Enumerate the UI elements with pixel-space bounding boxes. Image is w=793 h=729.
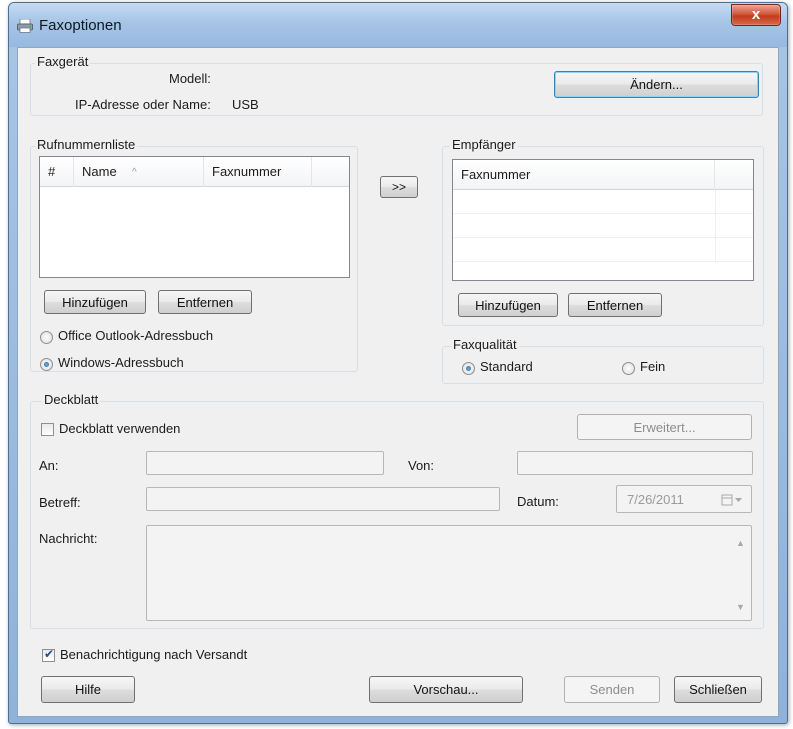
table-cell (715, 190, 716, 213)
close-button[interactable]: Schließen (674, 676, 762, 703)
message-scrollbar[interactable]: ▲ ▼ (731, 526, 751, 620)
send-button[interactable]: Senden (564, 676, 660, 703)
windows-addressbook-radio[interactable] (40, 358, 53, 371)
column-header-number[interactable]: # (40, 157, 74, 187)
use-cover-sheet-checkbox[interactable] (41, 423, 54, 436)
subject-label: Betreff: (39, 495, 81, 510)
fax-quality-group-label: Faxqualität (451, 337, 519, 352)
recipients-list-header: Faxnummer (453, 160, 753, 190)
recipients-remove-button[interactable]: Entfernen (568, 293, 662, 317)
column-header-filler (312, 157, 349, 187)
window-title: Faxoptionen (39, 17, 122, 34)
calendar-dropdown-icon[interactable] (721, 494, 745, 506)
column-recipient-fax-number-label: Faxnummer (461, 167, 531, 182)
outlook-addressbook-radio[interactable] (40, 331, 53, 344)
column-name-label: Name (82, 164, 117, 179)
cover-sheet-group-label: Deckblatt (42, 392, 101, 407)
dialog-client-area: Faxgerät Modell: IP-Adresse oder Name: U… (17, 47, 779, 717)
recipients-list[interactable]: Faxnummer (452, 159, 754, 281)
notify-after-send-checkbox[interactable] (42, 647, 55, 662)
phonebook-list[interactable]: # Name ^ Faxnummer (39, 156, 350, 278)
list-item[interactable] (453, 190, 753, 214)
table-cell (715, 214, 716, 237)
fax-options-window: Faxoptionen x Faxgerät Modell: IP-Adress… (8, 2, 788, 724)
model-label: Modell: (169, 71, 211, 86)
phonebook-list-header: # Name ^ Faxnummer (40, 157, 349, 187)
column-fax-number-label: Faxnummer (212, 164, 282, 179)
column-header-recipient-filler (715, 160, 753, 190)
column-number-label: # (48, 164, 56, 179)
date-picker-value: 7/26/2011 (627, 492, 684, 507)
from-label: Von: (408, 458, 435, 473)
subject-input[interactable] (146, 487, 500, 511)
ip-address-label: IP-Adresse oder Name: (75, 97, 211, 112)
quality-standard-label[interactable]: Standard (480, 359, 533, 374)
message-textarea[interactable]: ▲ ▼ (146, 525, 752, 621)
preview-button[interactable]: Vorschau... (369, 676, 523, 703)
recipients-group-label: Empfänger (450, 137, 518, 152)
date-picker[interactable]: 7/26/2011 (616, 485, 752, 513)
windows-addressbook-label[interactable]: Windows-Adressbuch (58, 355, 184, 370)
quality-fine-radio[interactable] (622, 362, 635, 375)
close-window-button[interactable]: x (731, 4, 781, 26)
outlook-addressbook-label[interactable]: Office Outlook-Adressbuch (58, 328, 213, 343)
recipients-add-button[interactable]: Hinzufügen (458, 293, 558, 317)
use-cover-sheet-label[interactable]: Deckblatt verwenden (59, 421, 180, 436)
message-label: Nachricht: (39, 531, 98, 546)
column-header-fax-number[interactable]: Faxnummer (204, 157, 312, 187)
column-header-name[interactable]: Name ^ (74, 157, 204, 187)
scroll-down-icon[interactable]: ▼ (736, 602, 745, 612)
fax-device-group-label: Faxgerät (35, 54, 91, 69)
table-cell (715, 238, 716, 261)
to-input[interactable] (146, 451, 384, 475)
ip-address-value: USB (232, 97, 259, 112)
phonebook-add-button[interactable]: Hinzufügen (44, 290, 146, 314)
quality-standard-radio[interactable] (462, 362, 475, 375)
phonebook-remove-button[interactable]: Entfernen (158, 290, 252, 314)
sort-ascending-icon: ^ (132, 167, 137, 178)
notify-after-send-label[interactable]: Benachrichtigung nach Versandt (60, 647, 247, 662)
change-device-button[interactable]: Ändern... (554, 71, 759, 98)
scroll-up-icon[interactable]: ▲ (736, 538, 745, 548)
close-icon: x (751, 6, 761, 23)
date-label: Datum: (517, 494, 559, 509)
phonebook-group-label: Rufnummernliste (35, 137, 138, 152)
from-input[interactable] (517, 451, 753, 475)
advanced-cover-button[interactable]: Erweitert... (577, 414, 752, 440)
quality-fine-label[interactable]: Fein (640, 359, 665, 374)
help-button[interactable]: Hilfe (41, 676, 135, 703)
title-bar[interactable]: Faxoptionen x (9, 3, 787, 47)
to-label: An: (39, 458, 59, 473)
add-to-recipients-button[interactable]: >> (380, 176, 418, 198)
list-item[interactable] (453, 214, 753, 238)
column-header-recipient-fax-number[interactable]: Faxnummer (453, 160, 715, 190)
list-item[interactable] (453, 238, 753, 262)
fax-printer-icon (17, 19, 33, 33)
